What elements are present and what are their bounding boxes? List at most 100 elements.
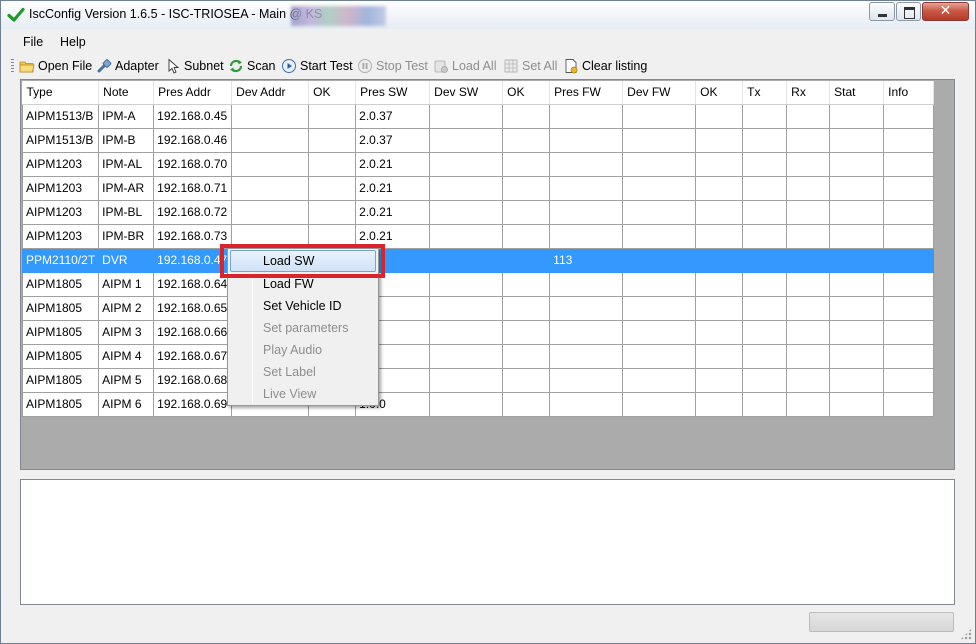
table-cell[interactable] — [695, 319, 744, 345]
table-cell[interactable] — [429, 319, 504, 345]
table-cell[interactable]: 192.168.0.46 — [153, 127, 233, 153]
table-cell[interactable]: AIPM 4 — [98, 343, 155, 369]
table-cell[interactable]: AIPM1203 — [21, 199, 100, 225]
table-cell[interactable] — [308, 127, 357, 153]
context-menu-item-play-audio[interactable]: Play Audio — [230, 339, 376, 361]
minimize-button[interactable] — [869, 2, 895, 21]
maximize-button[interactable] — [896, 2, 921, 21]
adapter-button[interactable]: Adapter — [96, 57, 159, 75]
table-cell[interactable] — [622, 247, 697, 273]
table-cell[interactable]: AIPM1203 — [21, 175, 100, 201]
table-cell[interactable] — [502, 175, 551, 201]
device-grid[interactable]: Type Note Pres Addr Dev Addr OK Pres SW Dev SW… — [20, 79, 955, 470]
column-header[interactable]: Pres FW — [549, 81, 624, 105]
table-row[interactable]: PPM2110/2T DVR 192.168.0.47 113 — [21, 247, 935, 273]
table-cell[interactable] — [695, 391, 744, 417]
menu-file[interactable]: File — [21, 35, 45, 49]
table-cell[interactable] — [231, 127, 310, 153]
table-cell[interactable]: IPM-AR — [98, 175, 155, 201]
table-cell[interactable] — [829, 247, 885, 273]
table-cell[interactable] — [502, 199, 551, 225]
table-cell[interactable] — [549, 151, 624, 177]
table-cell[interactable] — [742, 391, 788, 417]
table-cell[interactable] — [742, 367, 788, 393]
table-row[interactable]: AIPM1203 IPM-BR 192.168.0.73 2.0.21 — [21, 223, 935, 249]
context-menu-item-set-vehicle-id[interactable]: Set Vehicle ID — [230, 295, 376, 317]
table-cell[interactable]: IPM-AL — [98, 151, 155, 177]
table-cell[interactable] — [883, 367, 935, 393]
table-cell[interactable]: AIPM 2 — [98, 295, 155, 321]
table-cell[interactable] — [308, 103, 357, 129]
table-cell[interactable] — [429, 391, 504, 417]
table-cell[interactable] — [622, 271, 697, 297]
table-cell[interactable] — [829, 151, 885, 177]
column-header[interactable]: Type — [22, 81, 100, 105]
table-cell[interactable] — [429, 247, 504, 273]
table-cell[interactable] — [429, 271, 504, 297]
table-cell[interactable] — [231, 151, 310, 177]
column-header[interactable]: Rx — [786, 81, 831, 105]
table-cell[interactable] — [549, 367, 624, 393]
table-cell[interactable] — [786, 295, 831, 321]
table-cell[interactable] — [429, 199, 504, 225]
table-cell[interactable] — [829, 175, 885, 201]
table-cell[interactable]: AIPM1203 — [21, 223, 100, 249]
table-cell[interactable]: PPM2110/2T — [21, 247, 100, 273]
column-header[interactable]: Pres Addr — [153, 81, 233, 105]
table-cell[interactable] — [786, 175, 831, 201]
table-cell[interactable]: IPM-BR — [98, 223, 155, 249]
table-cell[interactable]: 2.0.37 — [355, 127, 431, 153]
table-cell[interactable] — [695, 175, 744, 201]
table-cell[interactable] — [549, 391, 624, 417]
table-row[interactable]: AIPM1203 IPM-AL 192.168.0.70 2.0.21 — [21, 151, 935, 177]
table-cell[interactable] — [622, 103, 697, 129]
column-header[interactable]: Stat — [829, 81, 885, 105]
table-cell[interactable] — [829, 271, 885, 297]
table-cell[interactable] — [883, 199, 935, 225]
table-cell[interactable] — [829, 223, 885, 249]
table-cell[interactable] — [549, 127, 624, 153]
table-cell[interactable]: AIPM1805 — [21, 271, 100, 297]
table-cell[interactable] — [231, 103, 310, 129]
table-cell[interactable] — [502, 223, 551, 249]
table-cell[interactable] — [829, 127, 885, 153]
table-cell[interactable] — [622, 295, 697, 321]
table-cell[interactable]: 192.168.0.67 — [153, 343, 233, 369]
table-cell[interactable] — [883, 247, 935, 273]
table-cell[interactable] — [502, 319, 551, 345]
log-output[interactable] — [20, 479, 955, 605]
table-cell[interactable] — [429, 175, 504, 201]
table-cell[interactable] — [502, 367, 551, 393]
table-row[interactable]: AIPM1805AIPM 1192.168.0.640 — [21, 271, 935, 297]
menu-help[interactable]: Help — [58, 35, 88, 49]
table-row[interactable]: AIPM1513/B IPM-B 192.168.0.46 2.0.37 — [21, 127, 935, 153]
table-cell[interactable] — [502, 343, 551, 369]
table-cell[interactable] — [695, 247, 744, 273]
table-cell[interactable] — [231, 175, 310, 201]
table-cell[interactable] — [695, 199, 744, 225]
table-cell[interactable] — [786, 391, 831, 417]
table-cell[interactable] — [622, 367, 697, 393]
table-cell[interactable] — [622, 391, 697, 417]
table-row[interactable]: AIPM1805AIPM 5192.168.0.680 — [21, 367, 935, 393]
scan-button[interactable]: Scan — [228, 57, 276, 75]
table-cell[interactable] — [429, 343, 504, 369]
column-header[interactable]: Tx — [742, 81, 788, 105]
column-header[interactable]: Dev FW — [622, 81, 697, 105]
clear-listing-button[interactable]: Clear listing — [563, 57, 647, 75]
table-cell[interactable] — [742, 319, 788, 345]
table-cell[interactable]: 2.0.21 — [355, 151, 431, 177]
start-test-button[interactable]: Start Test — [281, 57, 353, 75]
context-menu-item-live-view[interactable]: Live View — [230, 383, 376, 405]
table-cell[interactable]: AIPM1805 — [21, 319, 100, 345]
table-cell[interactable] — [502, 151, 551, 177]
table-cell[interactable] — [829, 367, 885, 393]
table-cell[interactable] — [829, 319, 885, 345]
table-cell[interactable]: AIPM1203 — [21, 151, 100, 177]
table-row[interactable]: AIPM1805AIPM 2192.168.0.650 — [21, 295, 935, 321]
table-cell[interactable]: AIPM 1 — [98, 271, 155, 297]
table-cell[interactable] — [829, 295, 885, 321]
table-cell[interactable] — [742, 175, 788, 201]
column-header[interactable]: Note — [98, 81, 155, 105]
table-cell[interactable] — [742, 247, 788, 273]
